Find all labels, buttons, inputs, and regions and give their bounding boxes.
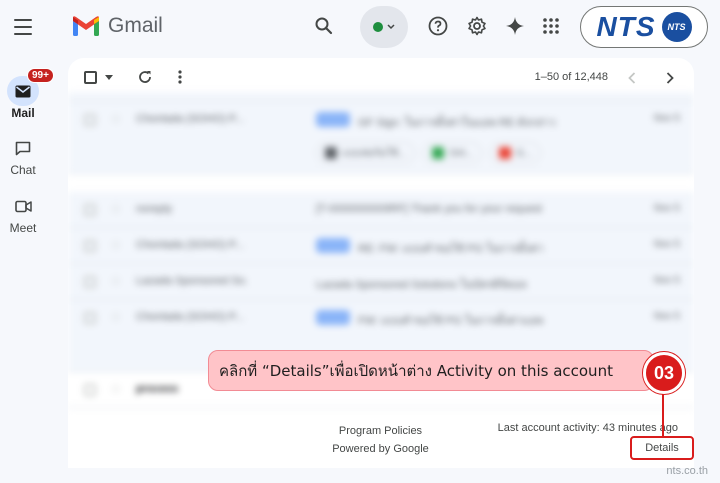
table-row[interactable]: ☆ Chonlada (SOHO) P... GF Sign: ในการตั้… <box>68 102 694 174</box>
status-dot-icon <box>373 22 383 32</box>
row-date: Nov 5 <box>653 113 680 124</box>
attachment-chip[interactable]: แบบฟอร์มใช้... <box>316 142 416 164</box>
pagination-text: 1–50 of 12,448 <box>534 71 608 83</box>
apps-grid-icon[interactable] <box>535 10 567 42</box>
step-number-badge: 03 <box>643 352 685 394</box>
chat-icon-wrap <box>7 133 39 163</box>
attachment-chip[interactable]: Onl... <box>423 142 483 164</box>
more-vert-icon[interactable] <box>178 70 182 84</box>
gemini-sparkle-icon[interactable] <box>499 10 531 42</box>
row-subject: [T-0000000009RF] Thank you for your requ… <box>316 203 543 215</box>
instruction-callout: คลิกที่ “Details”เพื่อเปิดหน้าต่าง Activ… <box>208 350 654 391</box>
star-icon[interactable]: ☆ <box>110 273 122 289</box>
attachment-chips: แบบฟอร์มใช้... Onl... G... <box>316 142 542 164</box>
gmail-wordmark: Gmail <box>108 14 163 37</box>
row-checkbox[interactable] <box>84 276 96 288</box>
row-checkbox[interactable] <box>84 312 96 324</box>
row-date: Nov 5 <box>653 239 680 250</box>
gmail-logo[interactable]: Gmail <box>72 14 163 38</box>
star-icon[interactable]: ☆ <box>110 111 122 127</box>
instruction-text: คลิกที่ “Details”เพื่อเปิดหน้าต่าง Activ… <box>219 361 613 380</box>
rail-label-mail: Mail <box>11 106 35 120</box>
row-checkbox[interactable] <box>84 240 96 252</box>
gmail-m-icon <box>73 16 99 36</box>
program-policies-link[interactable]: Program Policies <box>298 422 463 440</box>
help-icon[interactable] <box>422 10 454 42</box>
row-checkbox[interactable] <box>84 384 96 396</box>
mail-icon <box>15 85 31 97</box>
settings-icon[interactable] <box>461 10 493 42</box>
chevron-right-icon[interactable] <box>666 72 674 84</box>
row-sender: process <box>136 383 179 395</box>
row-sender: Chonlada (SOHO) P... <box>136 239 245 251</box>
nts-logo: NTS <box>596 11 656 42</box>
select-all-checkbox[interactable] <box>84 71 97 84</box>
row-subject: RE: FW: แบบคำขอใช้ PG ในการตั้งค่า <box>358 243 544 255</box>
row-date: Nov 5 <box>653 311 680 322</box>
label-tag <box>316 310 350 325</box>
menu-icon[interactable] <box>12 16 34 38</box>
rail-label-meet: Meet <box>9 221 37 235</box>
search-icon[interactable] <box>308 10 340 42</box>
row-checkbox[interactable] <box>84 114 96 126</box>
row-date: Nov 5 <box>653 203 680 214</box>
row-checkbox[interactable] <box>84 204 96 216</box>
meet-icon-wrap <box>7 191 39 221</box>
table-row[interactable]: ☆ Lazada Sponsored So. Lazada Sponsored … <box>68 264 694 300</box>
label-tag <box>316 238 350 253</box>
row-subject: GF Sign: ในการตั้งค่าในแอพ RE ดังกล่าว <box>358 117 556 129</box>
chevron-down-icon <box>387 24 395 30</box>
star-icon[interactable]: ☆ <box>110 309 122 325</box>
avatar: NTS <box>661 12 692 42</box>
chat-icon <box>15 141 31 155</box>
table-row[interactable]: ☆ noreply [T-0000000009RF] Thank you for… <box>68 192 694 228</box>
status-selector[interactable] <box>360 6 408 48</box>
select-dropdown-icon[interactable] <box>105 75 113 80</box>
star-icon[interactable]: ☆ <box>110 237 122 253</box>
last-activity-text: Last account activity: 43 minutes ago <box>497 422 678 434</box>
watermark: nts.co.th <box>666 465 708 477</box>
row-sender: Lazada Sponsored So. <box>136 275 248 287</box>
row-date: Nov 5 <box>653 275 680 286</box>
row-subject: Lazada Sponsored Solutions ในบัตรดิจิตอล <box>316 279 527 291</box>
row-sender: noreply <box>136 203 173 215</box>
row-sender: Chonlada (SOHO) P... <box>136 113 245 125</box>
footer-links: Program Policies Powered by Google <box>298 422 463 458</box>
last-activity: Last account activity: 43 minutes ago <box>498 422 678 434</box>
chevron-left-icon[interactable] <box>628 72 636 84</box>
video-camera-icon <box>14 200 32 212</box>
rail-label-chat: Chat <box>10 163 36 177</box>
callout-connector <box>662 393 664 437</box>
inbox-panel: 1–50 of 12,448 ☆ Chonlada (SOHO) P... GF… <box>68 58 694 468</box>
mail-icon-wrap: 99+ <box>7 68 54 106</box>
rail-item-mail[interactable]: 99+ Mail <box>0 68 54 120</box>
attachment-chip[interactable]: G... <box>490 142 542 164</box>
powered-by-google-text: Powered by Google <box>332 443 429 455</box>
details-link[interactable]: Details <box>630 436 694 460</box>
account-button[interactable]: NTS NTS <box>580 6 708 48</box>
label-tag <box>316 112 350 127</box>
rail-item-chat[interactable]: Chat <box>0 133 46 177</box>
rail-item-meet[interactable]: Meet <box>0 191 46 235</box>
star-icon[interactable]: ☆ <box>110 381 122 397</box>
table-row[interactable] <box>68 92 694 102</box>
row-subject: FW: แบบคำขอใช้ PG ในการตั้งค่าแอพ <box>358 315 544 327</box>
unread-badge: 99+ <box>27 68 54 83</box>
star-icon[interactable]: ☆ <box>110 201 122 217</box>
refresh-icon[interactable] <box>138 70 152 84</box>
table-row[interactable]: ☆ Chonlada (SOHO) P... RE: FW: แบบคำขอใช… <box>68 228 694 264</box>
row-sender: Chonlada (SOHO) P... <box>136 311 245 323</box>
